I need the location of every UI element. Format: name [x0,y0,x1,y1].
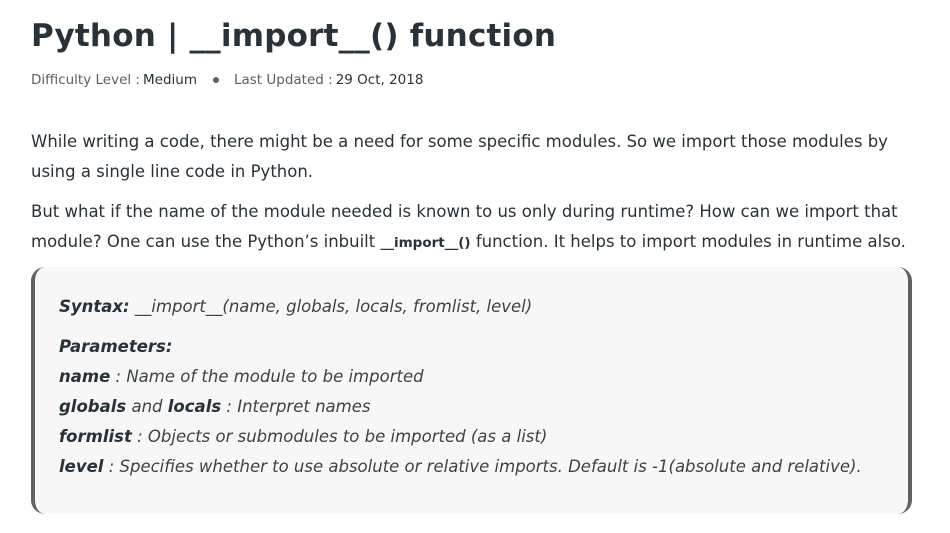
article: Python | __import__() function Difficult… [31,14,912,514]
paragraph-intro: While writing a code, there might be a n… [31,132,888,181]
param-fromlist-desc: : Objects or submodules to be imported (… [131,427,548,446]
paragraph-runtime-text-2: function. It helps to import modules in … [470,232,906,251]
article-meta: Difficulty Level : Medium Last Updated :… [31,70,912,90]
param-globals-locals: globals and locals : Interpret names [59,392,908,422]
paragraph-runtime: But what if the name of the module neede… [31,197,912,258]
updated-value: 29 Oct, 2018 [335,72,424,88]
param-name: name : Name of the module to be imported [59,362,908,392]
difficulty-label: Difficulty Level : [31,72,140,88]
inline-code: __import__() [380,235,471,251]
param-level: level : Specifies whether to use absolut… [59,452,908,482]
parameters-heading: Parameters: [59,332,908,362]
param-level-desc: : Specifies whether to use absolute or r… [103,457,862,476]
separator-dot-icon [212,77,219,83]
param-globals-desc: : Interpret names [221,397,371,416]
parameters-label: Parameters: [59,337,173,356]
param-fromlist: formlist : Objects or submodules to be i… [59,422,908,452]
param-locals-term: locals [167,397,222,416]
param-name-term: name [59,367,111,386]
page-title: Python | __import__() function [31,18,557,54]
param-fromlist-term: formlist [59,427,132,446]
param-globals-term: globals [59,397,127,416]
param-and-word: and [126,397,168,416]
difficulty-value[interactable]: Medium [143,70,197,90]
param-level-term: level [59,457,104,476]
updated-label: Last Updated : [233,72,333,88]
syntax-line: Syntax: __import__(name, globals, locals… [59,292,908,322]
param-name-desc: : Name of the module to be imported [110,367,424,386]
syntax-box: Syntax: __import__(name, globals, locals… [31,267,912,514]
syntax-label: Syntax: [59,297,130,316]
syntax-signature: __import__(name, globals, locals, fromli… [129,297,533,316]
